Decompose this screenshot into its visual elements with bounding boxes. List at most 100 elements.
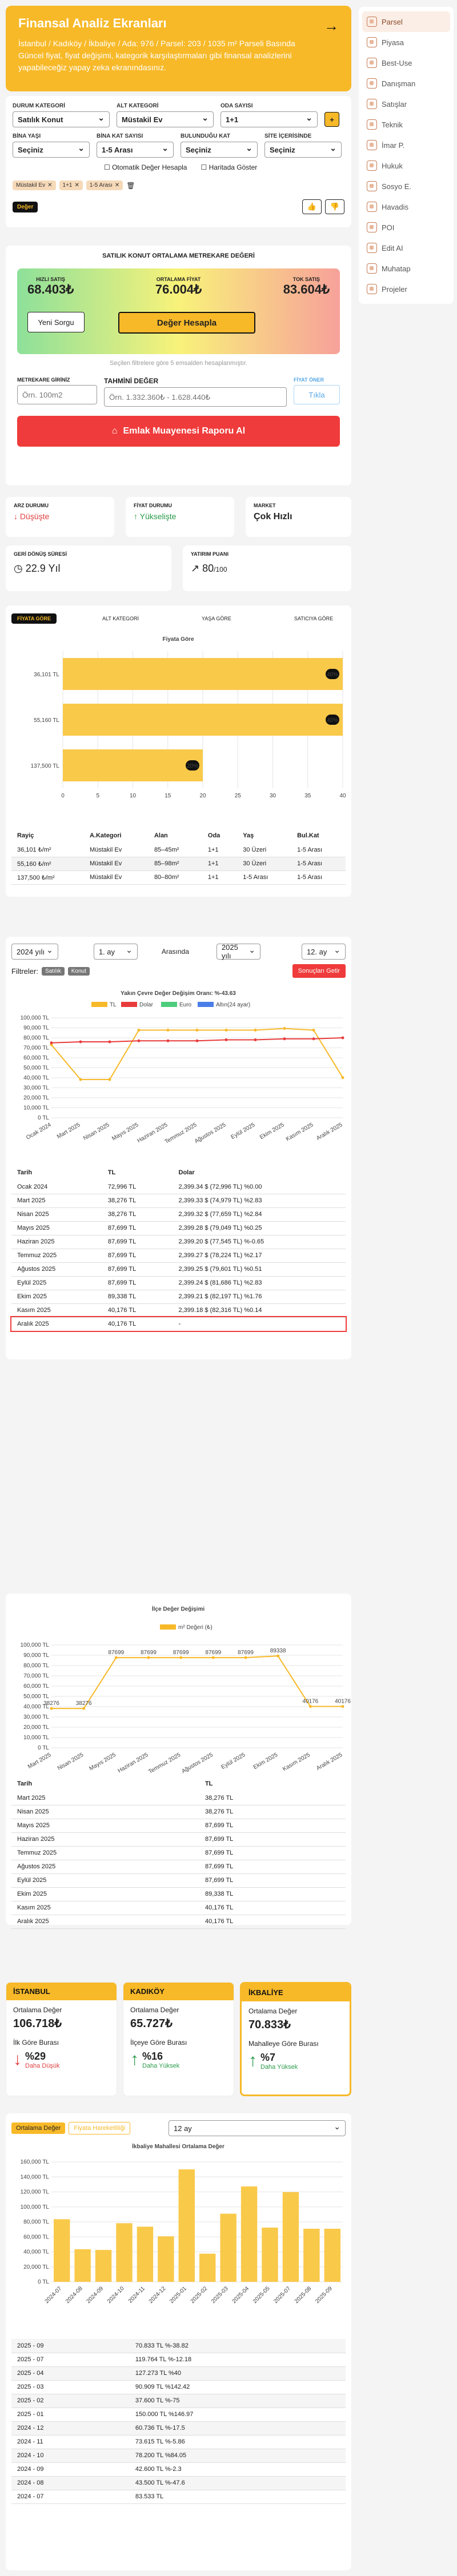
- sidebar-item[interactable]: Teknik: [362, 114, 450, 135]
- map-toggle[interactable]: ☐ Haritada Göster: [201, 163, 257, 171]
- legend-label: Dolar: [139, 1002, 154, 1008]
- price-suggest-button[interactable]: Tıkla: [294, 385, 340, 404]
- table-cell: Mayıs 2025: [11, 1819, 199, 1833]
- bina-kat-select[interactable]: 1-5 Arası: [97, 142, 174, 158]
- site-select[interactable]: Seçiniz: [264, 142, 342, 158]
- report-button[interactable]: ⌂ Emlak Muayenesi Raporu Al: [17, 416, 340, 447]
- valuation-panel: SATILIK KONUT ORTALAMA METREKARE DEĞERİ …: [6, 246, 351, 485]
- sidebar-item[interactable]: Edit AI: [362, 238, 450, 258]
- arrow-right-icon[interactable]: →: [324, 17, 339, 35]
- sidebar-item[interactable]: Hukuk: [362, 155, 450, 176]
- sidebar-item[interactable]: Piyasa: [362, 32, 450, 53]
- table-cell: 42.600 TL %-2.3: [129, 2462, 346, 2477]
- column-header: TL: [107, 1169, 116, 1176]
- table-cell: 87,699 TL: [199, 1846, 346, 1860]
- period-select[interactable]: 12 ay: [169, 2120, 346, 2136]
- legend-label: Altın(24 ayar): [216, 1002, 250, 1008]
- sidebar-item[interactable]: Danışman: [362, 73, 450, 94]
- durum-select[interactable]: Satılık Konut: [13, 111, 110, 127]
- tab-yas[interactable]: YAŞA GÖRE: [202, 613, 231, 624]
- tab-fiyat[interactable]: FİYATA GÖRE: [11, 613, 57, 624]
- bar: [63, 658, 343, 690]
- y-tick-label: 20,000 TL: [23, 1724, 49, 1731]
- x-tick-label: 2024-11: [127, 2285, 147, 2305]
- from-year-select[interactable]: 2024 yılı: [11, 944, 58, 960]
- table-cell: Kasım 2025: [11, 1901, 199, 1915]
- bulundugu-select[interactable]: Seçiniz: [181, 142, 258, 158]
- table-cell: 2,399.32 $ (77,659 TL) %2.84: [173, 1207, 346, 1222]
- sidebar-item[interactable]: Muhatap: [362, 258, 450, 279]
- x-tick-label: Haziran 2025: [117, 1752, 149, 1774]
- x-tick-label: Mayıs 2025: [111, 1122, 140, 1142]
- sidebar-item[interactable]: Parsel: [362, 11, 450, 32]
- new-query-button[interactable]: Yeni Sorgu: [27, 312, 85, 332]
- table-row: Eylül 2025 87,699 TL: [11, 1873, 346, 1888]
- x-tick-label: Mayıs 2025: [89, 1752, 118, 1772]
- calculate-button[interactable]: Değer Hesapla: [118, 312, 255, 334]
- from-month-select[interactable]: 1. ay: [93, 944, 138, 960]
- table-cell: 150.000 TL %146.97: [129, 2408, 346, 2422]
- trash-icon[interactable]: 🗑: [126, 182, 135, 190]
- to-month-select[interactable]: 12. ay: [301, 944, 346, 960]
- mahalle-table: 2025 - 09 70.833 TL %-38.82 2025 - 07 119.7…: [11, 2339, 346, 2504]
- y-tick-label: 120,000 TL: [21, 2189, 50, 2196]
- site-label: SİTE İÇERİSİNDE: [264, 133, 312, 139]
- tab-satici[interactable]: SATICIYA GÖRE: [294, 613, 333, 624]
- filter-chip[interactable]: Müstakil Ev ✕: [13, 180, 56, 190]
- sidebar-item[interactable]: İmar P.: [362, 135, 450, 155]
- table-cell: 2,399.33 $ (74,979 TL) %2.83: [173, 1194, 346, 1208]
- y-tick-label: 50,000 TL: [23, 1694, 49, 1700]
- compare-rate-desc: Daha Yüksek: [260, 2063, 298, 2071]
- y-tick-label: 30,000 TL: [23, 1085, 49, 1092]
- sidebar-item-label: Edit AI: [382, 243, 403, 252]
- oda-select[interactable]: 1+1: [221, 111, 318, 127]
- y-tick-label: 0 TL: [38, 1745, 49, 1751]
- table-cell: 1-5 Arası: [291, 843, 346, 857]
- x-tick-label: Kasım 2025: [285, 1122, 315, 1142]
- tab-alt[interactable]: ALT KATEGORİ: [102, 613, 139, 624]
- filter-chip[interactable]: 1+1 ✕: [59, 180, 83, 190]
- sidebar-item[interactable]: Sosyo E.: [362, 176, 450, 196]
- estimate-input[interactable]: [104, 387, 287, 407]
- bar: [282, 2192, 299, 2282]
- bina-yasi-select[interactable]: Seçiniz: [13, 142, 90, 158]
- table-cell: Haziran 2025: [11, 1235, 102, 1249]
- sidebar-item-label: Havadis: [382, 202, 408, 211]
- nav-icon: [367, 243, 377, 253]
- sidebar-item[interactable]: Best-Use: [362, 53, 450, 73]
- alt-select[interactable]: Müstakil Ev: [117, 111, 214, 127]
- data-point: [341, 1705, 344, 1708]
- table-cell: 85–45m²: [148, 843, 202, 857]
- column-header: Tarih: [17, 1169, 33, 1176]
- sidebar-item[interactable]: Havadis: [362, 196, 450, 217]
- data-point: [79, 1078, 82, 1081]
- table-cell: Eylül 2025: [11, 1873, 199, 1888]
- auto-toggle[interactable]: ☐ Otomatik Değer Hesapla: [104, 163, 187, 171]
- show-results-button[interactable]: Sonuçları Getir: [292, 964, 346, 978]
- thumbs-up-icon[interactable]: 👍: [302, 199, 322, 214]
- tab-ortalama[interactable]: Ortalama Değer: [11, 2122, 66, 2134]
- x-tick-label: Nisan 2025: [57, 1752, 85, 1772]
- legend-label: TL: [110, 1002, 117, 1008]
- sidebar-item[interactable]: Satışlar: [362, 94, 450, 114]
- data-point: [137, 1039, 141, 1042]
- valuation-note: Seçilen filtrelere göre 5 emsalden hesap…: [110, 360, 247, 367]
- sidebar-item[interactable]: POI: [362, 217, 450, 238]
- to-year-select[interactable]: 2025 yılı: [216, 943, 260, 960]
- m2-input[interactable]: [17, 385, 97, 404]
- add-filter-button[interactable]: +: [324, 112, 339, 127]
- clock-icon: ◷: [14, 563, 23, 574]
- bulk-value: 83.604₺: [283, 282, 330, 296]
- thumbs-down-icon[interactable]: 👎: [325, 199, 344, 214]
- table-cell: 87,699 TL: [102, 1276, 173, 1290]
- filter-chip[interactable]: 1-5 Arası ✕: [86, 180, 123, 190]
- nav-icon: [367, 58, 377, 68]
- table-cell: 1+1: [202, 843, 238, 857]
- compare-avg-label: Ortalama Değer: [248, 2007, 298, 2015]
- filter-tag: Konut: [67, 966, 90, 976]
- chart-title: Fiyata Göre: [162, 636, 194, 643]
- x-tick-label: Temmuz 2025: [147, 1752, 182, 1775]
- tab-hareketlilik[interactable]: Fiyata Hareketliliği: [69, 2122, 131, 2134]
- sidebar-item[interactable]: Projeler: [362, 279, 450, 299]
- x-tick-label: Ağustos 2025: [181, 1752, 214, 1775]
